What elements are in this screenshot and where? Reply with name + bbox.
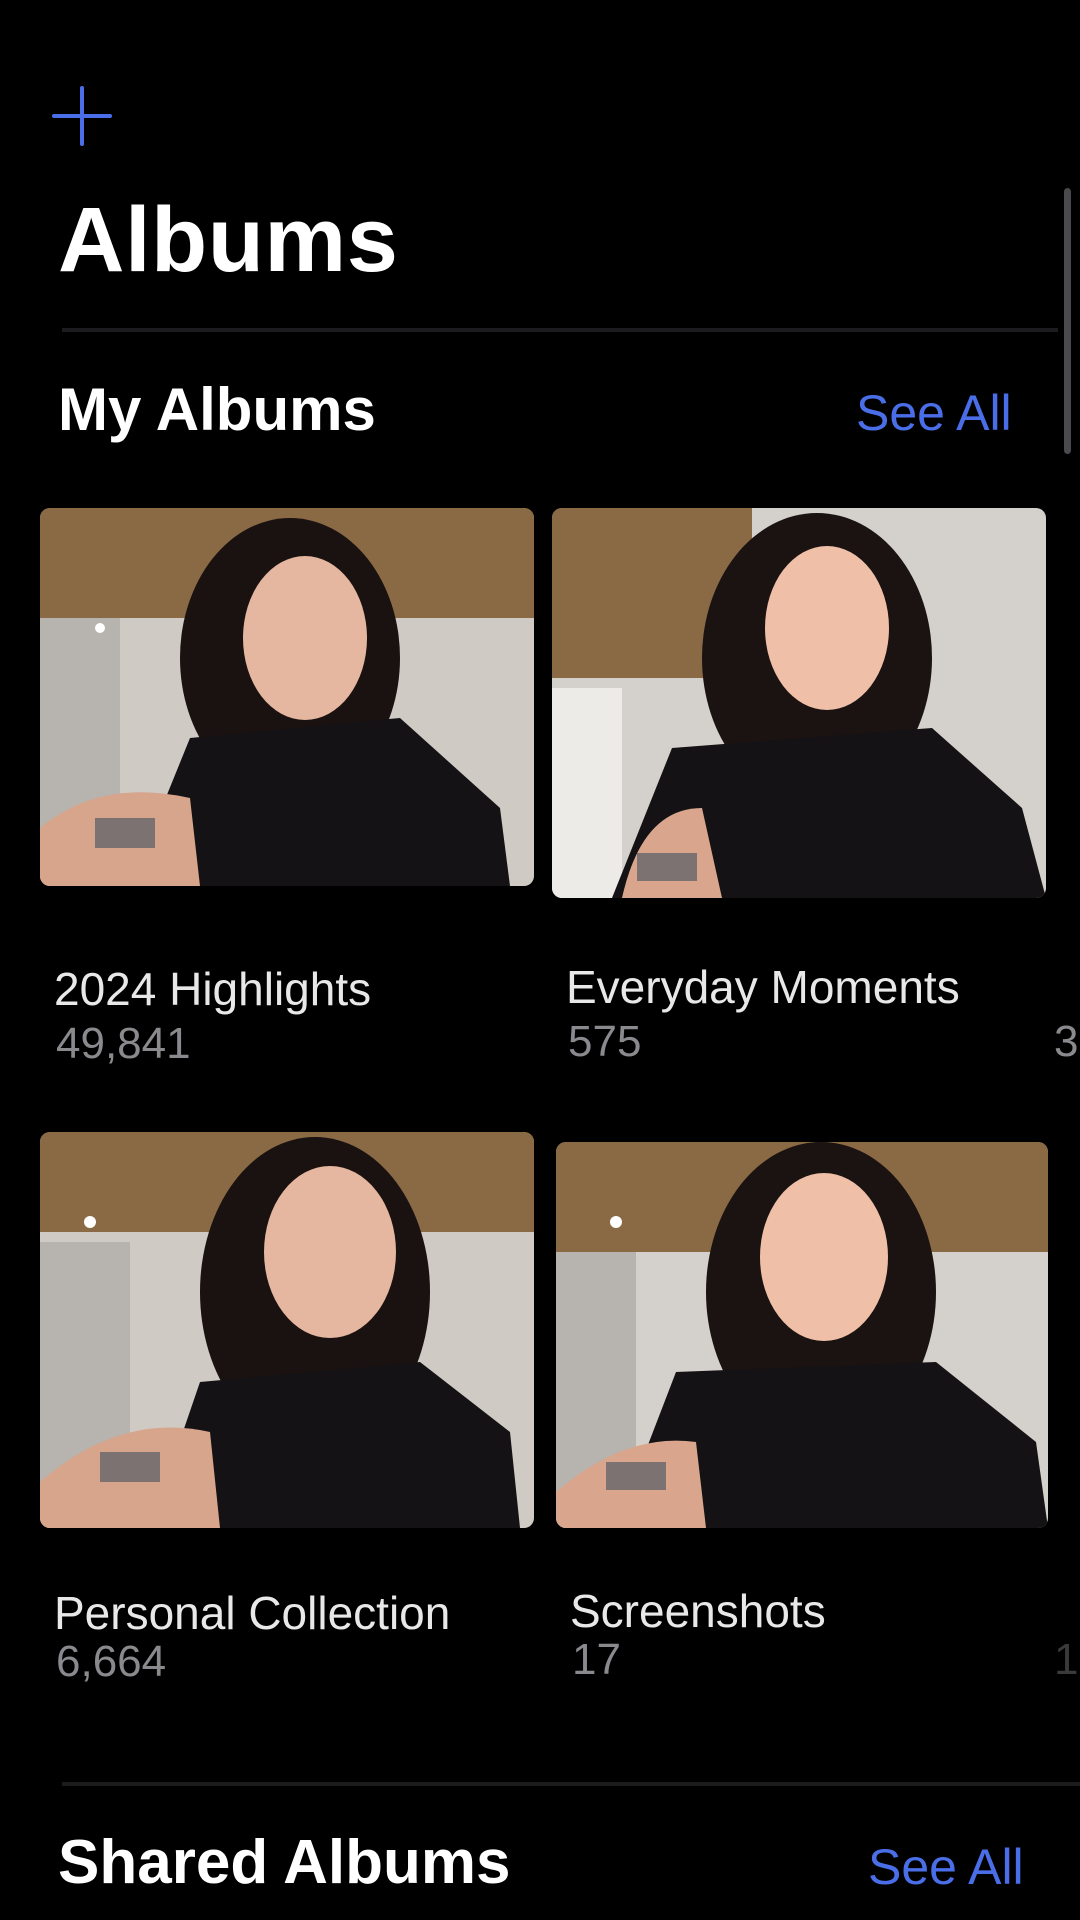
shared-albums-title: Shared Albums [58, 1828, 511, 1897]
album-card-2024-highlights[interactable]: 2024 Highlights 49,841 [40, 508, 534, 1068]
header-divider [62, 328, 1058, 332]
album-name: Screenshots [570, 1585, 826, 1637]
album-thumbnail [556, 1142, 1048, 1528]
album-count: 49,841 [56, 1019, 191, 1068]
album-thumbnail [40, 508, 534, 886]
album-thumbnail [552, 508, 1046, 898]
album-count: 6,664 [56, 1637, 167, 1686]
album-name: Personal Collection [54, 1587, 451, 1639]
album-count: 575 [568, 1017, 642, 1066]
shared-albums-see-all-button[interactable]: See All [868, 1842, 1024, 1892]
peek-album-count: 3 [1054, 1017, 1079, 1066]
album-count: 17 [572, 1635, 621, 1684]
album-name: Everyday Moments [566, 961, 960, 1013]
album-card-everyday-moments[interactable]: Everyday Moments 575 [552, 508, 1046, 1068]
my-albums-see-all-button[interactable]: See All [856, 388, 1012, 438]
my-albums-title: My Albums [58, 376, 376, 443]
album-card-screenshots[interactable]: Screenshots 17 [556, 1142, 1050, 1702]
album-card-personal-collection[interactable]: Personal Collection 6,664 [40, 1132, 534, 1692]
page-title: Albums [58, 189, 399, 291]
album-name: 2024 Highlights [54, 963, 372, 1015]
album-thumbnail [40, 1132, 534, 1528]
plus-icon [52, 86, 112, 146]
scroll-indicator[interactable] [1064, 188, 1071, 454]
peek-album-count: 1 [1054, 1635, 1079, 1684]
add-album-button[interactable] [52, 86, 112, 146]
section-divider [62, 1782, 1080, 1786]
